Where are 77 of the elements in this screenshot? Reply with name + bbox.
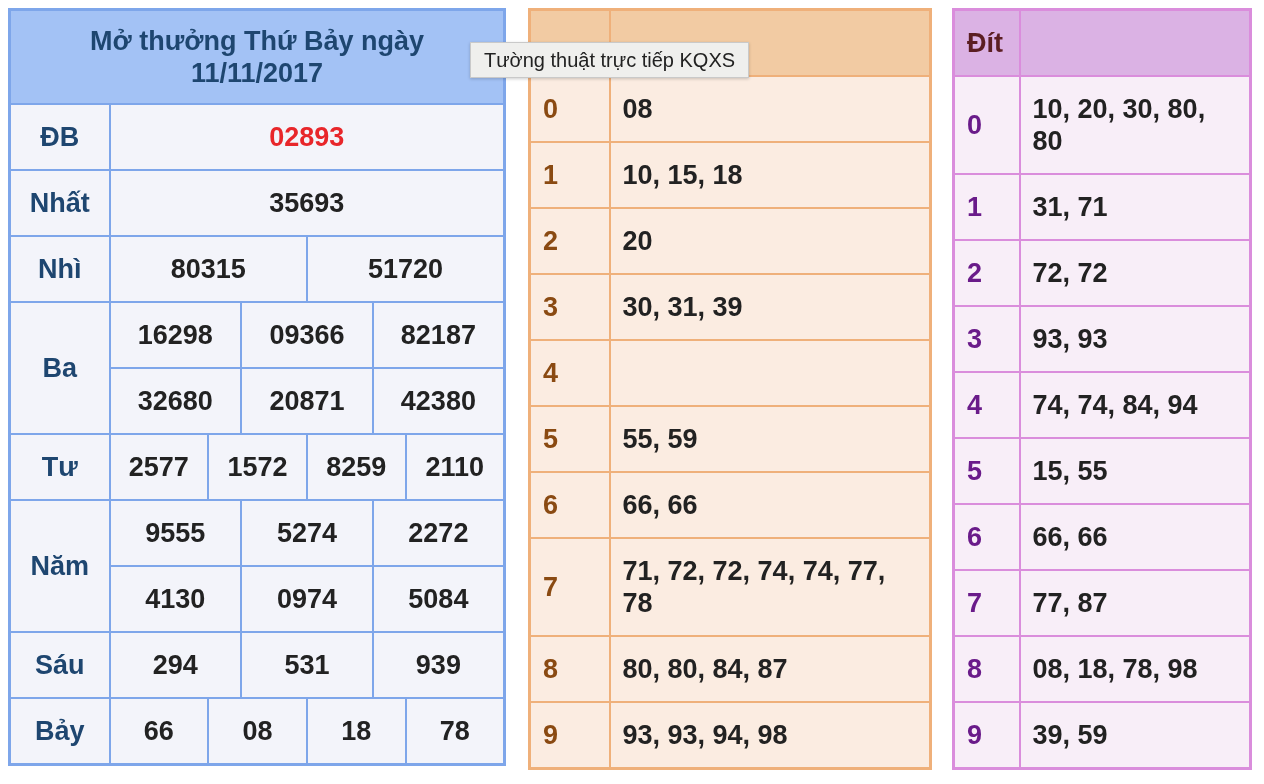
prize-number: 18 bbox=[306, 698, 406, 765]
prize-number: 09366 bbox=[241, 302, 373, 368]
prize-number: 78 bbox=[405, 698, 505, 765]
prize-number: 08 bbox=[208, 698, 307, 765]
digit-cell: 9 bbox=[529, 701, 610, 768]
digit-cell: 8 bbox=[953, 636, 1020, 702]
numbers-cell: 93, 93, 94, 98 bbox=[609, 701, 931, 768]
numbers-cell: 66, 66 bbox=[1019, 504, 1251, 570]
prize-number: 16298 bbox=[109, 302, 242, 368]
numbers-cell: 08, 18, 78, 98 bbox=[1019, 636, 1251, 702]
prize-label: Tư bbox=[9, 434, 110, 500]
numbers-cell: 72, 72 bbox=[1019, 240, 1251, 306]
prize-number: 9555 bbox=[109, 500, 242, 566]
numbers-cell: 15, 55 bbox=[1019, 438, 1251, 504]
prize-number: 8259 bbox=[306, 434, 406, 500]
prize-label: Sáu bbox=[9, 632, 110, 698]
digit-cell: 9 bbox=[953, 702, 1020, 769]
prize-number: 32680 bbox=[109, 368, 242, 434]
prize-number: 5274 bbox=[241, 500, 373, 566]
digit-cell: 6 bbox=[529, 471, 610, 538]
numbers-cell: 39, 59 bbox=[1019, 702, 1251, 769]
prize-number: 2577 bbox=[109, 434, 209, 500]
numbers-cell: 30, 31, 39 bbox=[609, 273, 931, 340]
digit-cell: 3 bbox=[529, 273, 610, 340]
prize-label: Bảy bbox=[9, 698, 110, 765]
digit-cell: 6 bbox=[953, 504, 1020, 570]
prize-number: 20871 bbox=[241, 368, 373, 434]
prize-number: 82187 bbox=[372, 302, 505, 368]
prize-number: 0974 bbox=[241, 566, 373, 632]
numbers-cell: 10, 15, 18 bbox=[609, 141, 931, 208]
tooltip: Tường thuật trực tiếp KQXS bbox=[470, 42, 750, 78]
digit-cell: 7 bbox=[953, 570, 1020, 636]
results-title: Mở thưởng Thứ Bảy ngày 11/11/2017 bbox=[89, 25, 425, 89]
prize-number: 51720 bbox=[306, 236, 505, 302]
digit-cell: 0 bbox=[529, 75, 610, 142]
prize-number: 5084 bbox=[372, 566, 505, 632]
numbers-cell: 77, 87 bbox=[1019, 570, 1251, 636]
prize-number: 531 bbox=[241, 632, 373, 698]
prize-label: Nhì bbox=[9, 236, 110, 302]
numbers-cell: 80, 80, 84, 87 bbox=[609, 635, 931, 702]
digit-cell: 8 bbox=[529, 635, 610, 702]
digit-cell: 4 bbox=[953, 372, 1020, 438]
prize-number: 35693 bbox=[109, 170, 505, 236]
digit-cell: 1 bbox=[953, 174, 1020, 240]
prize-label: Năm bbox=[9, 500, 110, 632]
numbers-cell: 55, 59 bbox=[609, 405, 931, 472]
digit-cell: 3 bbox=[953, 306, 1020, 372]
numbers-cell: 71, 72, 72, 74, 74, 77, 78 bbox=[609, 537, 931, 636]
digit-cell: 5 bbox=[529, 405, 610, 472]
digit-cell: 2 bbox=[953, 240, 1020, 306]
numbers-cell: 20 bbox=[609, 207, 931, 274]
digit-cell: 4 bbox=[529, 339, 610, 406]
prize-label: Ba bbox=[9, 302, 110, 434]
prize-number: 02893 bbox=[109, 104, 505, 170]
digit-cell: 2 bbox=[529, 207, 610, 274]
prize-number: 294 bbox=[109, 632, 242, 698]
numbers-cell: 31, 71 bbox=[1019, 174, 1251, 240]
prize-number: 1572 bbox=[208, 434, 307, 500]
prize-label: Nhất bbox=[9, 170, 110, 236]
prize-number: 2272 bbox=[372, 500, 505, 566]
numbers-cell: 93, 93 bbox=[1019, 306, 1251, 372]
digit-cell: 5 bbox=[953, 438, 1020, 504]
digit-cell: 1 bbox=[529, 141, 610, 208]
numbers-cell: 10, 20, 30, 80, 80 bbox=[1019, 76, 1251, 174]
numbers-cell: 08 bbox=[609, 75, 931, 142]
prize-number: 80315 bbox=[109, 236, 307, 302]
prize-number: 66 bbox=[109, 698, 209, 765]
prize-label: ĐB bbox=[9, 104, 110, 170]
numbers-cell: 74, 74, 84, 94 bbox=[1019, 372, 1251, 438]
digit-cell: 0 bbox=[953, 76, 1020, 174]
prize-number: 4130 bbox=[109, 566, 242, 632]
prize-number: 42380 bbox=[372, 368, 505, 434]
digit-cell: 7 bbox=[529, 537, 610, 636]
column-header: Đít bbox=[953, 9, 1020, 76]
numbers-cell: 66, 66 bbox=[609, 471, 931, 538]
prize-number: 2110 bbox=[405, 434, 505, 500]
prize-number: 939 bbox=[372, 632, 505, 698]
